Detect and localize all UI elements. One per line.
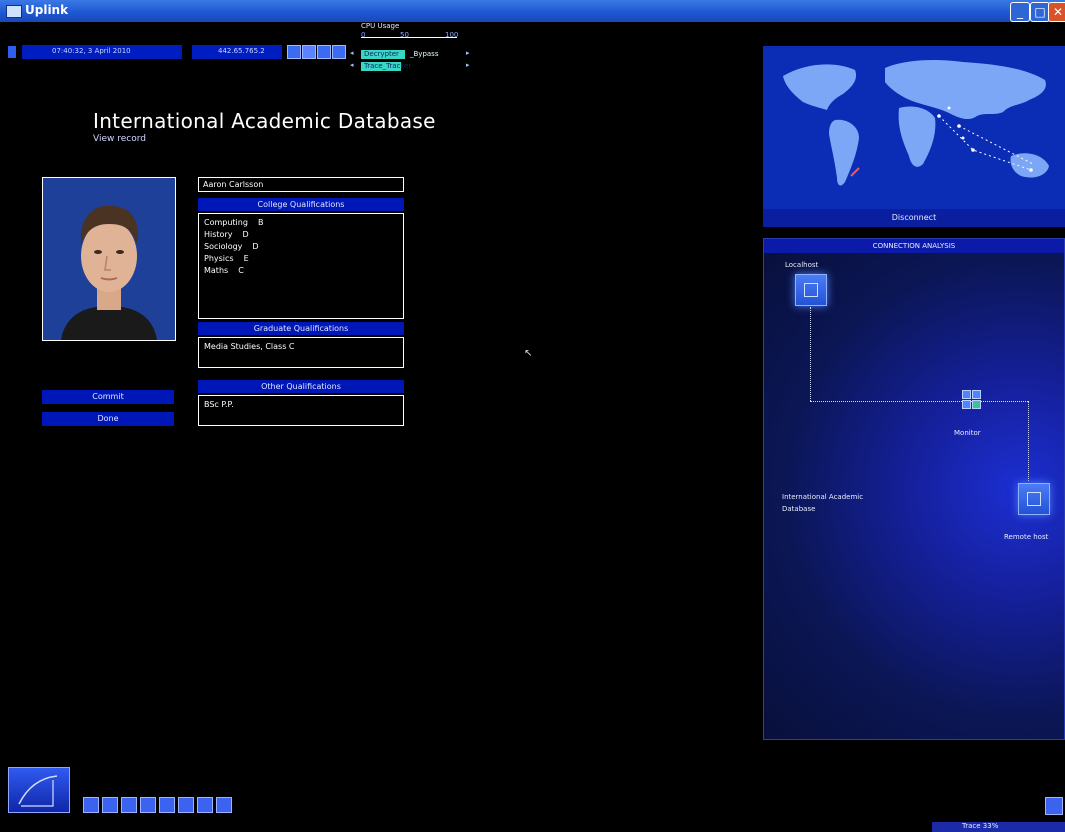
name-field[interactable]: Aaron Carlsson <box>198 177 404 192</box>
qualification-row: Sociology D <box>204 242 259 251</box>
uplink-logo-icon[interactable] <box>8 767 70 813</box>
window-title: Uplink <box>25 3 69 17</box>
ip-text: 442.65.765.2 <box>218 47 265 55</box>
page-subtitle: View record <box>93 134 146 144</box>
missions-icon[interactable] <box>197 797 213 813</box>
speed-control-icon[interactable] <box>1045 797 1063 815</box>
connection-analysis-panel: CONNECTION ANALYSIS Localhost Monitor In… <box>763 238 1065 740</box>
qualification-row: Physics E <box>204 254 249 263</box>
graduate-qualifications-box[interactable]: Media Studies, Class C <box>198 337 404 368</box>
cpu-scale-line <box>361 37 457 38</box>
localhost-label: Localhost <box>785 261 819 269</box>
close-button[interactable]: ✕ <box>1048 2 1065 22</box>
graduate-header: Graduate Qualifications <box>198 322 404 335</box>
college-header: College Qualifications <box>198 198 404 211</box>
monitor-node-icon[interactable] <box>962 400 971 409</box>
finance-icon[interactable] <box>159 797 175 813</box>
task-suffix: _Bypass <box>410 50 439 58</box>
monitor-node-icon[interactable] <box>972 390 981 399</box>
connection-line <box>1028 401 1029 481</box>
qualification-row: Computing B <box>204 218 264 227</box>
toolbar-square-icon[interactable] <box>287 45 301 59</box>
target-label: International Academic Database <box>782 493 864 513</box>
task-close-icon[interactable]: ▸ <box>466 61 470 69</box>
connection-title: CONNECTION ANALYSIS <box>764 239 1064 253</box>
mouse-cursor-icon: ↖ <box>524 348 533 359</box>
remote-host-label: Remote host <box>1004 533 1049 541</box>
trace-tray-label: Trace 33% <box>962 822 999 830</box>
maximize-button[interactable]: □ <box>1030 2 1050 22</box>
ip-bar[interactable]: 442.65.765.2 <box>192 45 282 59</box>
task-arrow-icon[interactable]: ◂ <box>350 49 354 57</box>
monitor-node-icon[interactable] <box>972 400 981 409</box>
done-button[interactable]: Done <box>42 412 174 426</box>
task-label: Trace_Tracker <box>364 62 412 70</box>
disconnect-button[interactable]: Disconnect <box>763 209 1065 227</box>
world-map[interactable] <box>763 46 1065 209</box>
task-label: Decrypter <box>364 50 399 58</box>
minimize-button[interactable]: _ <box>1010 2 1030 22</box>
qualification-row: Maths C <box>204 266 244 275</box>
monitor-label: Monitor <box>954 429 981 437</box>
software-icon[interactable] <box>83 797 99 813</box>
app-icon <box>6 5 22 18</box>
trace-tray <box>932 822 1065 832</box>
connection-line <box>810 401 1028 402</box>
college-qualifications-box[interactable]: Computing B History D Sociology D Physics E … <box>198 213 404 319</box>
hardware-icon[interactable] <box>102 797 118 813</box>
toolbar-square-icon[interactable] <box>302 45 316 59</box>
status-icon[interactable] <box>140 797 156 813</box>
task-arrow-icon[interactable]: ◂ <box>350 61 354 69</box>
commit-button[interactable]: Commit <box>42 390 174 404</box>
datetime-bar: 07:40:32, 3 April 2010 <box>22 45 182 59</box>
target-node-icon[interactable] <box>1018 483 1050 515</box>
other-header: Other Qualifications <box>198 380 404 393</box>
monitor-node-icon[interactable] <box>962 390 971 399</box>
menu-icon[interactable] <box>8 46 16 58</box>
title-bar: Uplink _ □ ✕ <box>0 0 1065 22</box>
email-icon[interactable] <box>178 797 194 813</box>
bbs-icon[interactable] <box>216 797 232 813</box>
toolbar-square-icon[interactable] <box>332 45 346 59</box>
toolbar-square-icon[interactable] <box>317 45 331 59</box>
qualification-row: History D <box>204 230 249 239</box>
page-title: International Academic Database <box>93 109 436 133</box>
cpu-usage-label: CPU Usage <box>361 22 400 30</box>
other-qualifications-box[interactable]: BSc P.P. <box>198 395 404 426</box>
task-close-icon[interactable]: ▸ <box>466 49 470 57</box>
datetime-text: 07:40:32, 3 April 2010 <box>52 47 131 55</box>
memory-icon[interactable] <box>121 797 137 813</box>
graduate-value: Media Studies, Class C <box>204 342 295 351</box>
student-photo <box>42 177 176 341</box>
connection-line <box>810 307 811 401</box>
other-value: BSc P.P. <box>204 400 234 409</box>
localhost-node-icon[interactable] <box>795 274 827 306</box>
